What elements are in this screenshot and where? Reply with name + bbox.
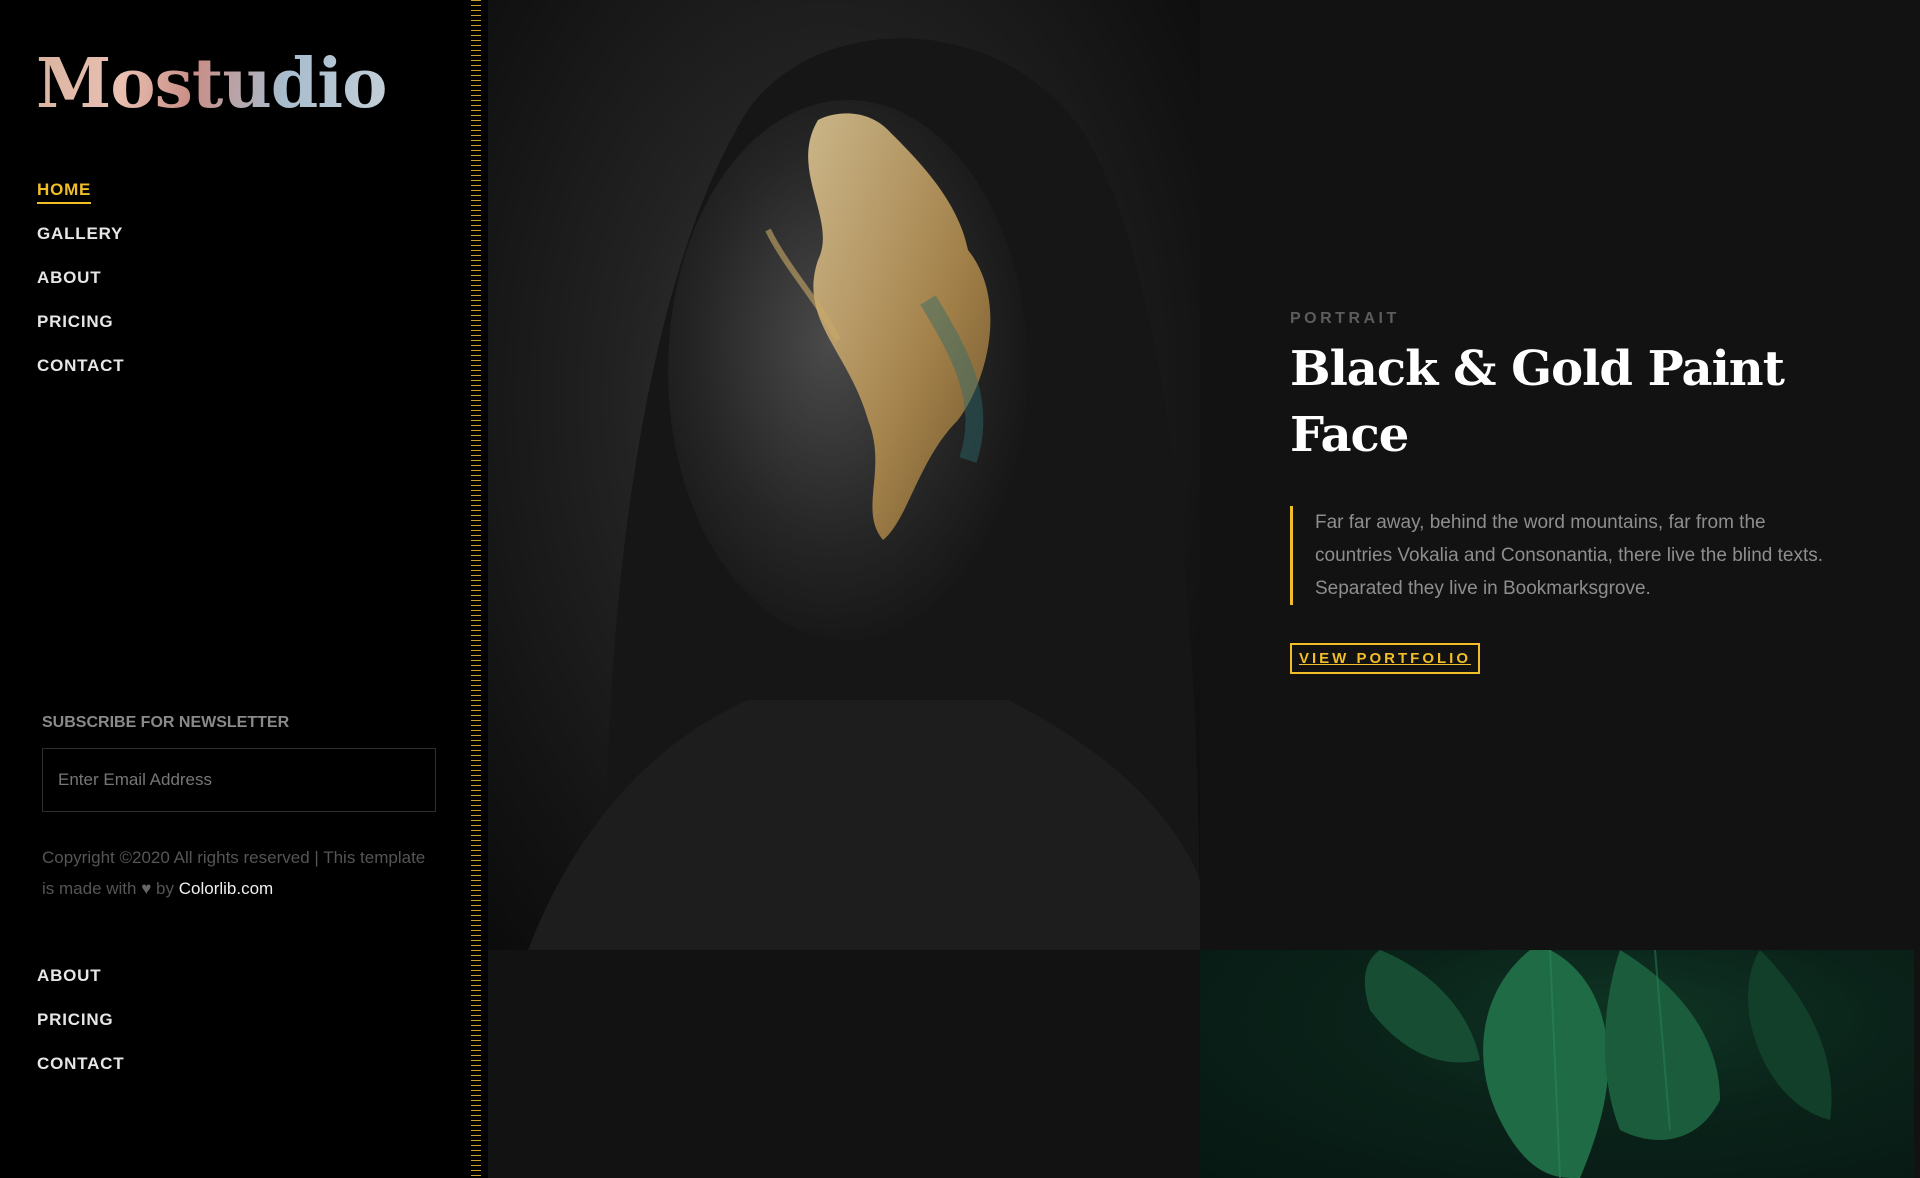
- heart-icon: ♥: [141, 879, 152, 898]
- nav-item-label: CONTACT: [37, 1054, 125, 1073]
- colorlib-link[interactable]: Colorlib.com: [179, 879, 273, 898]
- view-portfolio-button[interactable]: VIEW PORTFOLIO: [1290, 643, 1480, 674]
- nav-item-home[interactable]: HOME: [37, 180, 124, 224]
- nav-item-about[interactable]: ABOUT: [37, 268, 124, 312]
- copyright-text: Copyright ©2020 All rights reserved | Th…: [42, 842, 442, 904]
- ruler-divider: [466, 0, 488, 1178]
- nav-item-label: PRICING: [37, 1010, 114, 1029]
- site-logo[interactable]: Mostudio: [36, 44, 387, 124]
- nav-item-contact[interactable]: CONTACT: [37, 356, 124, 400]
- nav-item-label: GALLERY: [37, 224, 124, 243]
- hero-description: Far far away, behind the word mountains,…: [1290, 506, 1830, 605]
- nav-item-label: PRICING: [37, 312, 114, 331]
- nav2-item-contact[interactable]: CONTACT: [37, 1054, 124, 1098]
- leaf-illustration: [1364, 950, 1832, 1178]
- nav-item-label: HOME: [37, 180, 92, 204]
- copyright-by: by: [156, 879, 175, 898]
- primary-nav: HOME GALLERY ABOUT PRICING CONTACT: [37, 180, 124, 400]
- sidebar: Mostudio HOME GALLERY ABOUT PRICING CONT…: [0, 0, 466, 1178]
- portrait-illustration: [528, 38, 1200, 950]
- nav-item-label: ABOUT: [37, 966, 102, 985]
- nav-item-label: CONTACT: [37, 356, 125, 375]
- hero-content: PORTRAIT Black & Gold Paint Face Far far…: [1290, 310, 1830, 674]
- nav-item-pricing[interactable]: PRICING: [37, 312, 124, 356]
- secondary-nav: ABOUT PRICING CONTACT: [37, 966, 124, 1098]
- email-field[interactable]: [42, 748, 436, 812]
- leaf-image: [1200, 950, 1914, 1178]
- hero-title: Black & Gold Paint Face: [1290, 341, 1785, 463]
- nav2-item-about[interactable]: ABOUT: [37, 966, 124, 1010]
- nav2-item-pricing[interactable]: PRICING: [37, 1010, 124, 1054]
- newsletter-title: SUBSCRIBE FOR NEWSLETTER: [42, 714, 290, 731]
- hero-portrait-image: [488, 0, 1200, 950]
- category-label: PORTRAIT: [1290, 310, 1400, 327]
- nav-item-label: ABOUT: [37, 268, 102, 287]
- nav-item-gallery[interactable]: GALLERY: [37, 224, 124, 268]
